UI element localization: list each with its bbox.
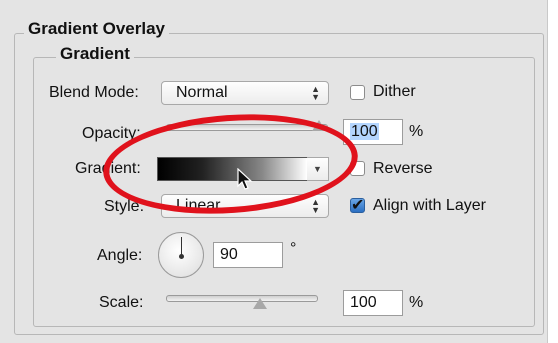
select-arrows-icon: ▲ ▼	[311, 84, 320, 102]
reverse-label: Reverse	[373, 160, 433, 177]
angle-unit: °	[290, 240, 297, 257]
scale-label: Scale:	[99, 294, 144, 311]
scale-slider[interactable]	[166, 295, 318, 302]
dither-checkbox[interactable]	[350, 85, 365, 100]
opacity-input[interactable]: 100	[343, 119, 403, 145]
opacity-unit: %	[409, 123, 424, 140]
angle-dial-icon[interactable]	[158, 232, 204, 278]
scale-input[interactable]: 100	[343, 290, 403, 316]
angle-value: 90	[220, 246, 238, 263]
scale-value: 100	[350, 294, 377, 311]
section-title: Gradient Overlay	[24, 19, 170, 39]
align-with-layer-checkbox[interactable]	[350, 195, 365, 215]
opacity-value: 100	[350, 123, 379, 140]
angle-label: Angle:	[97, 247, 143, 264]
blend-mode-select[interactable]: Normal ▲ ▼	[161, 81, 329, 105]
angle-hub	[179, 254, 184, 259]
angle-input[interactable]: 90	[213, 242, 283, 268]
scale-slider-thumb[interactable]	[253, 298, 267, 309]
arrow-pointer-icon	[237, 168, 253, 190]
scale-unit: %	[409, 294, 424, 311]
dither-label: Dither	[373, 83, 416, 100]
blend-mode-label: Blend Mode:	[49, 84, 139, 101]
align-with-layer-label: Align with Layer	[373, 197, 486, 214]
group-title: Gradient	[56, 44, 134, 64]
select-arrows-icon: ▲ ▼	[311, 197, 320, 215]
blend-mode-value: Normal	[176, 84, 228, 101]
layer-style-panel: Gradient Overlay Gradient Blend Mode: No…	[0, 0, 548, 343]
